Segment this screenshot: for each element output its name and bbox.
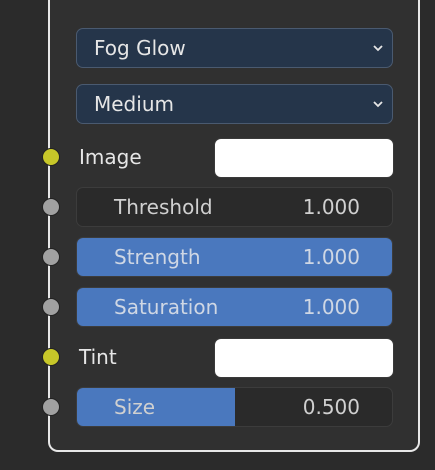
strength-input-socket[interactable] bbox=[42, 248, 60, 266]
threshold-slider-value: 1.000 bbox=[302, 195, 360, 219]
size-slider[interactable]: Size 0.500 bbox=[76, 387, 393, 427]
strength-slider-label: Strength bbox=[114, 245, 201, 269]
threshold-input-socket[interactable] bbox=[42, 198, 60, 216]
strength-slider[interactable]: Strength 1.000 bbox=[76, 237, 393, 277]
node-editor-canvas: Fog Glow Medium Image Threshold 1.000 St… bbox=[0, 0, 435, 470]
saturation-slider-value: 1.000 bbox=[302, 295, 360, 319]
size-slider-fill bbox=[77, 388, 235, 426]
image-input-socket[interactable] bbox=[42, 148, 60, 166]
saturation-slider-label: Saturation bbox=[114, 295, 219, 319]
strength-slider-value: 1.000 bbox=[302, 245, 360, 269]
tint-input-socket[interactable] bbox=[42, 348, 60, 366]
glare-type-value: Fog Glow bbox=[94, 36, 186, 60]
tint-color-swatch[interactable] bbox=[214, 338, 394, 378]
size-slider-label: Size bbox=[114, 395, 156, 419]
threshold-slider[interactable]: Threshold 1.000 bbox=[76, 187, 393, 227]
glare-type-dropdown[interactable]: Fog Glow bbox=[76, 28, 393, 68]
chevron-down-icon bbox=[373, 101, 383, 108]
size-input-socket[interactable] bbox=[42, 398, 60, 416]
size-slider-value: 0.500 bbox=[302, 395, 360, 419]
saturation-input-socket[interactable] bbox=[42, 298, 60, 316]
quality-value: Medium bbox=[94, 92, 174, 116]
image-color-swatch[interactable] bbox=[214, 138, 394, 178]
image-input-label: Image bbox=[79, 145, 142, 169]
chevron-down-icon bbox=[373, 45, 383, 52]
threshold-slider-label: Threshold bbox=[114, 195, 213, 219]
tint-input-label: Tint bbox=[79, 345, 117, 369]
saturation-slider[interactable]: Saturation 1.000 bbox=[76, 287, 393, 327]
quality-dropdown[interactable]: Medium bbox=[76, 84, 393, 124]
